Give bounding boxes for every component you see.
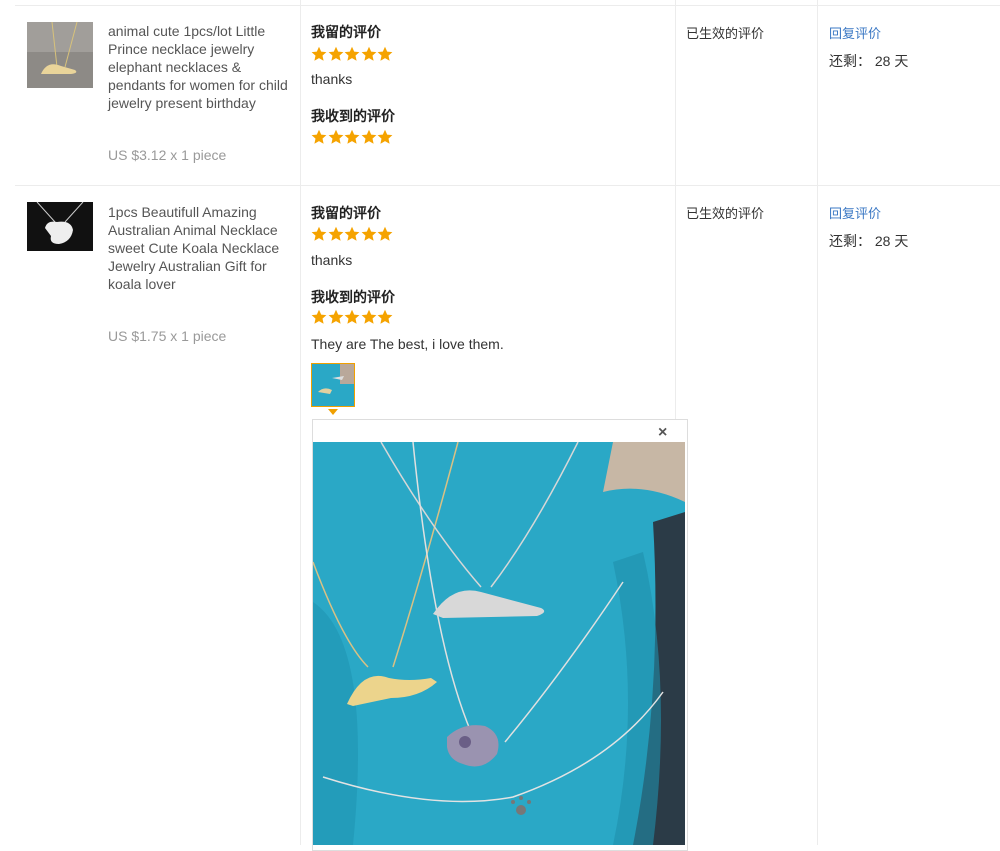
product-thumbnail[interactable]	[27, 22, 93, 88]
column-divider-3	[817, 0, 818, 845]
star-icon	[311, 309, 327, 324]
star-icon	[344, 129, 360, 144]
my-review-comment: thanks	[311, 252, 353, 268]
product-title[interactable]: 1pcs Beautifull Amazing Australian Anima…	[108, 203, 296, 293]
product-title[interactable]: animal cute 1pcs/lot Little Prince neckl…	[108, 22, 296, 112]
star-icon	[344, 226, 360, 241]
star-icon	[377, 129, 393, 144]
remaining-days: 还剩： 28 天	[829, 233, 909, 249]
star-icon	[328, 46, 343, 61]
received-review-header: 我收到的评价	[311, 108, 395, 124]
column-divider-1	[300, 0, 301, 845]
star-icon	[361, 46, 376, 61]
product-price: US $1.75 x 1 piece	[108, 328, 227, 344]
star-icon	[361, 309, 376, 324]
row-divider-top	[15, 5, 1000, 6]
received-rating-stars	[311, 129, 394, 145]
my-rating-stars	[311, 226, 394, 242]
reply-review-link[interactable]: 回复评价	[829, 203, 881, 222]
star-icon	[344, 46, 360, 61]
my-rating-stars	[311, 46, 394, 62]
star-icon	[328, 309, 343, 324]
my-review-header: 我留的评价	[311, 24, 381, 40]
my-review-comment: thanks	[311, 71, 353, 87]
star-icon	[328, 129, 343, 144]
star-icon	[344, 309, 360, 324]
review-photo-large	[313, 442, 685, 845]
received-rating-stars	[311, 309, 394, 325]
review-status: 已生效的评价	[686, 26, 765, 41]
product-thumbnail[interactable]	[27, 202, 93, 251]
close-icon[interactable]: ×	[658, 424, 667, 442]
received-review-header: 我收到的评价	[311, 289, 395, 305]
star-icon	[361, 226, 376, 241]
star-icon	[311, 226, 327, 241]
reply-review-link[interactable]: 回复评价	[829, 23, 881, 42]
row-divider	[15, 185, 1000, 186]
product-price: US $3.12 x 1 piece	[108, 147, 227, 163]
star-icon	[361, 129, 376, 144]
review-photo-thumbnail[interactable]	[311, 363, 355, 407]
star-icon	[377, 309, 393, 324]
star-icon	[328, 226, 343, 241]
star-icon	[311, 46, 327, 61]
star-icon	[377, 226, 393, 241]
review-status: 已生效的评价	[686, 206, 765, 221]
star-icon	[377, 46, 393, 61]
received-review-comment: They are The best, i love them.	[311, 336, 504, 352]
remaining-days: 还剩： 28 天	[829, 53, 909, 69]
star-icon	[311, 129, 327, 144]
my-review-header: 我留的评价	[311, 205, 381, 221]
photo-pointer-caret	[328, 409, 338, 415]
